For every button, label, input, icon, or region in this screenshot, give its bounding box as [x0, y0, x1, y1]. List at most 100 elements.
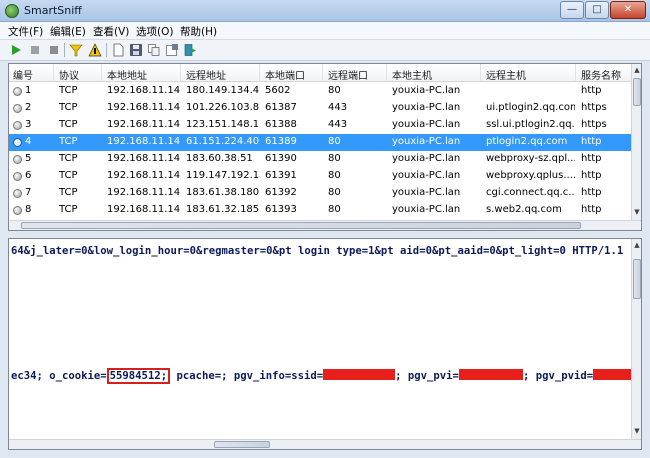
new-icon[interactable] [111, 43, 125, 57]
app-icon [5, 4, 19, 18]
maximize-button[interactable]: □ [585, 1, 609, 19]
cell-local-host: youxia-PC.lan [392, 153, 461, 164]
cell-local-port: 61389 [265, 136, 297, 147]
column-header-index[interactable]: 编号 [13, 67, 33, 82]
menu-options[interactable]: 选项(O) [136, 24, 173, 39]
cell-index: 2 [25, 102, 32, 113]
cell-protocol: TCP [59, 102, 78, 113]
list-header: 编号 协议 本地地址 远程地址 本地端口 远程端口 本地主机 远程主机 服务名称 [9, 64, 633, 82]
cell-protocol: TCP [59, 153, 78, 164]
cell-remote-port: 80 [328, 170, 341, 181]
menu-edit[interactable]: 编辑(E) [50, 24, 86, 39]
properties-icon[interactable] [165, 43, 179, 57]
toolbar-separator [64, 43, 65, 57]
column-header-local-host[interactable]: 本地主机 [392, 67, 432, 82]
column-header-remote-address[interactable]: 远程地址 [186, 67, 226, 82]
cell-remote-address: 183.61.32.185 [186, 204, 259, 215]
connection-list[interactable]: 编号 协议 本地地址 远程地址 本地端口 远程端口 本地主机 远程主机 服务名称… [8, 63, 642, 231]
cell-local-address: 192.168.11.146 [107, 187, 180, 198]
cell-local-port: 61390 [265, 153, 297, 164]
cell-service: http [581, 204, 602, 215]
column-header-protocol[interactable]: 协议 [59, 67, 79, 82]
cell-local-port: 61387 [265, 102, 297, 113]
cookie-prefix: ec34; o_cookie= [11, 370, 107, 382]
copy-icon[interactable] [147, 43, 161, 57]
scroll-thumb[interactable] [21, 222, 581, 229]
scroll-thumb[interactable] [633, 259, 641, 299]
play-icon[interactable] [9, 43, 23, 57]
header-divider [53, 64, 54, 82]
connection-status-icon [13, 87, 22, 96]
header-divider [322, 64, 323, 82]
content-vertical-scrollbar[interactable]: ▲ ▼ [631, 239, 641, 439]
content-horizontal-scrollbar[interactable] [9, 439, 641, 449]
column-header-service[interactable]: 服务名称 [581, 67, 621, 82]
scroll-thumb[interactable] [633, 78, 641, 106]
cell-local-address: 192.168.11.146 [107, 170, 180, 181]
connection-status-icon [13, 155, 22, 164]
cell-local-host: youxia-PC.lan [392, 136, 461, 147]
cell-service: https [581, 102, 607, 113]
cell-local-port: 61391 [265, 170, 297, 181]
cell-local-address: 192.168.11.146 [107, 136, 180, 147]
packet-content[interactable]: 64&j_later=0&low_login_hour=0&regmaster=… [8, 238, 642, 450]
column-header-local-port[interactable]: 本地端口 [265, 67, 305, 82]
table-row[interactable]: 1 TCP 192.168.11.146 180.149.134.49 5602 80 yo… [9, 83, 633, 100]
column-header-remote-port[interactable]: 远程端口 [328, 67, 368, 82]
cell-local-address: 192.168.11.146 [107, 102, 180, 113]
menu-file[interactable]: 文件(F) [8, 24, 43, 39]
list-vertical-scrollbar[interactable]: ▲ ▼ [631, 64, 641, 220]
list-horizontal-scrollbar[interactable] [9, 220, 641, 230]
capture-filter-icon[interactable] [88, 43, 102, 57]
scroll-up-arrow[interactable]: ▲ [632, 66, 641, 74]
column-header-local-address[interactable]: 本地地址 [107, 67, 147, 82]
o-cookie-value: 55984512; [106, 368, 171, 384]
cell-remote-host: ssl.ui.ptlogin2.qq... [486, 119, 575, 130]
cell-service: http [581, 85, 602, 96]
menu-help[interactable]: 帮助(H) [180, 24, 217, 39]
cell-protocol: TCP [59, 85, 78, 96]
scroll-up-arrow[interactable]: ▲ [632, 241, 641, 249]
cell-remote-port: 80 [328, 187, 341, 198]
exit-icon[interactable] [183, 43, 197, 57]
cell-remote-address: 183.61.38.180 [186, 187, 259, 198]
cell-service: https [581, 119, 607, 130]
cell-local-host: youxia-PC.lan [392, 102, 461, 113]
connection-status-icon [13, 206, 22, 215]
table-row[interactable]: 7 TCP 192.168.11.146 183.61.38.180 61392 80 yo… [9, 185, 633, 202]
minimize-button[interactable]: — [560, 1, 584, 19]
column-header-remote-host[interactable]: 远程主机 [486, 67, 526, 82]
table-row[interactable]: 5 TCP 192.168.11.146 183.60.38.51 61390 80 you… [9, 151, 633, 168]
cell-remote-address: 101.226.103.81 [186, 102, 259, 113]
close-button[interactable]: ✕ [610, 1, 646, 19]
menu-view[interactable]: 查看(V) [93, 24, 129, 39]
stop-icon[interactable] [28, 43, 42, 57]
save-icon[interactable] [129, 43, 143, 57]
filter-icon[interactable] [69, 43, 83, 57]
cell-service: http [581, 136, 602, 147]
header-divider [480, 64, 481, 82]
cookie-pgv-pvid: ; pgv_pvid= [522, 370, 594, 382]
clear-icon[interactable] [47, 43, 61, 57]
cell-remote-address: 183.60.38.51 [186, 153, 253, 164]
scroll-down-arrow[interactable]: ▼ [632, 208, 641, 216]
connection-status-icon [13, 138, 22, 147]
cell-remote-port: 443 [328, 102, 348, 113]
cell-remote-host: s.web2.qq.com [486, 204, 562, 215]
table-row[interactable]: 8 TCP 192.168.11.146 183.61.32.185 61393 80 yo… [9, 202, 633, 219]
cell-local-host: youxia-PC.lan [392, 170, 461, 181]
cell-local-port: 61388 [265, 119, 297, 130]
scroll-down-arrow[interactable]: ▼ [632, 427, 641, 435]
table-row[interactable]: 2 TCP 192.168.11.146 101.226.103.81 61387 443… [9, 100, 633, 117]
connection-status-icon [13, 104, 22, 113]
scroll-thumb[interactable] [214, 441, 270, 448]
title-bar: SmartSniff — □ ✕ [0, 0, 650, 22]
cell-service: http [581, 153, 602, 164]
cell-index: 3 [25, 119, 32, 130]
cell-remote-port: 80 [328, 153, 341, 164]
table-row[interactable]: 3 TCP 192.168.11.146 123.151.148.1... 61388 4… [9, 117, 633, 134]
table-row[interactable]: 6 TCP 192.168.11.146 119.147.192.10 61391 80 y… [9, 168, 633, 185]
toolbar-separator [106, 43, 107, 57]
cookie-pcache: pcache=; pgv_info=ssid= [170, 370, 324, 382]
table-row[interactable]: 4 TCP 192.168.11.146 61.151.224.40 61389 80 yo… [9, 134, 633, 151]
